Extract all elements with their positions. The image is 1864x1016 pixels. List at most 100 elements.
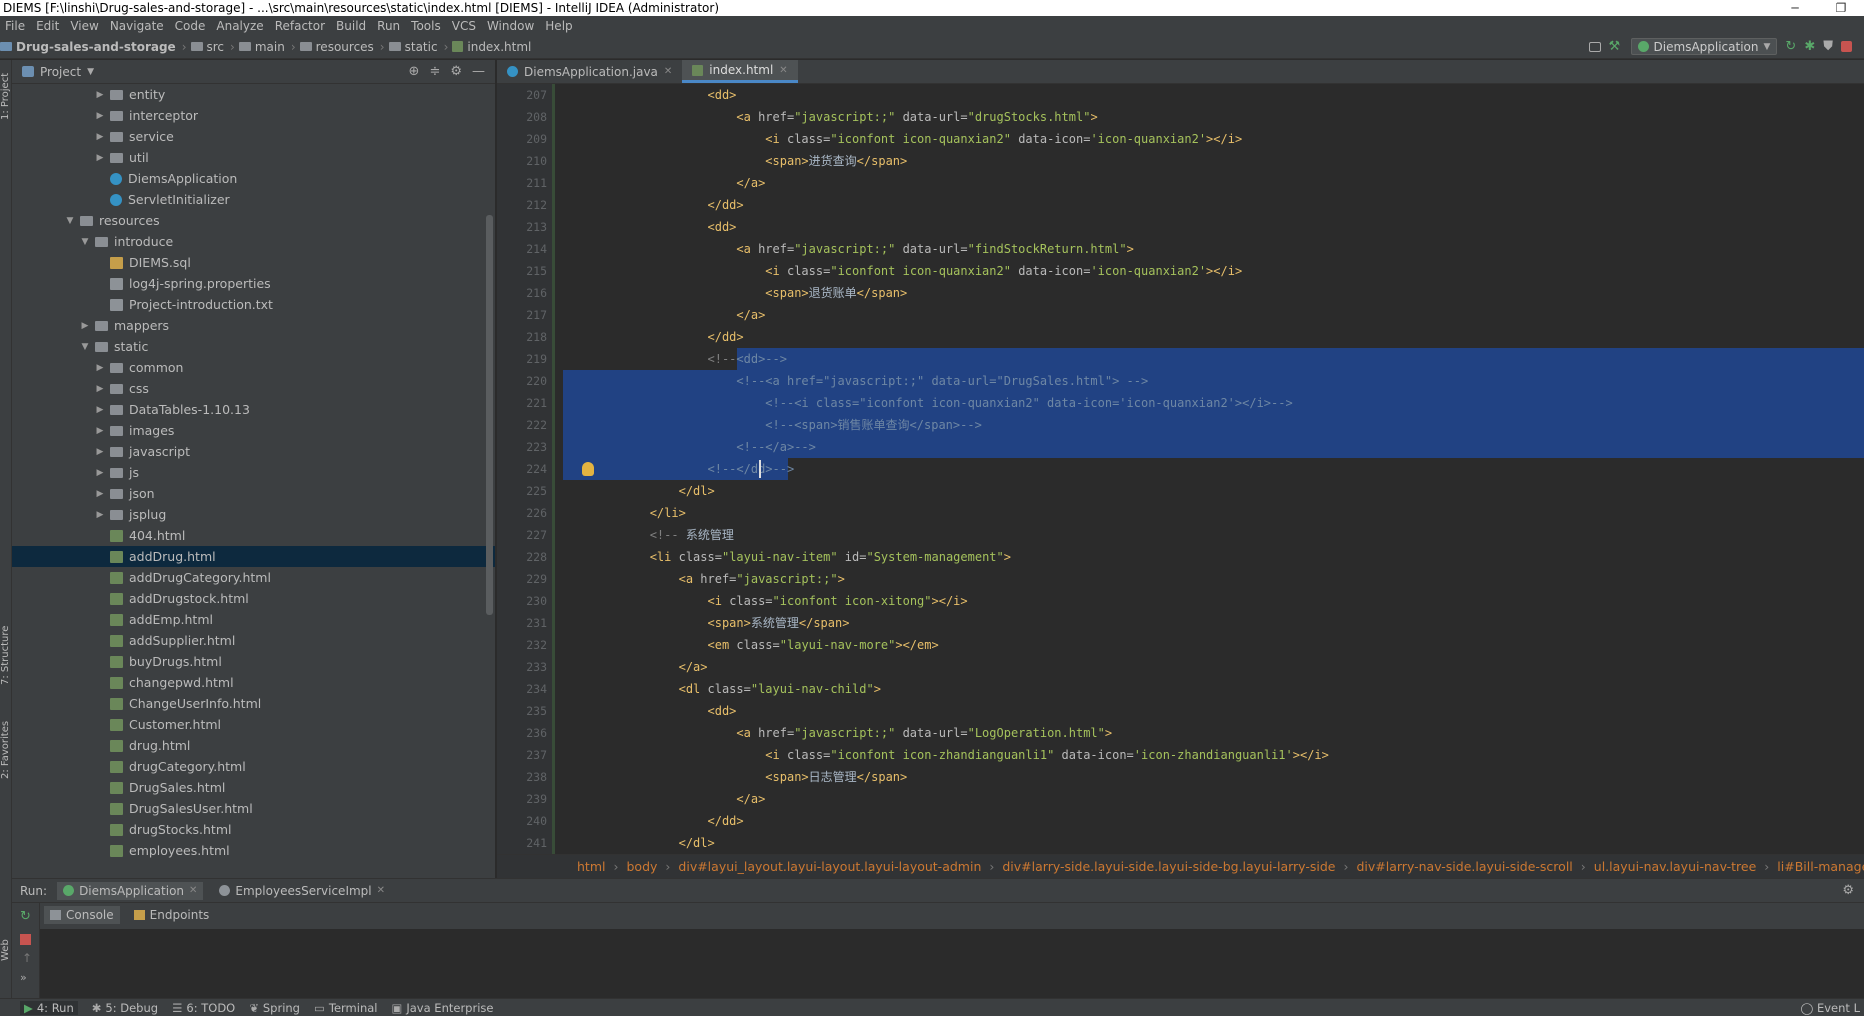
gear-icon[interactable]: ⚙: [1842, 883, 1854, 898]
intention-lightbulb-icon[interactable]: [582, 462, 594, 476]
status-tool-2[interactable]: ☰ 6: TODO: [172, 1001, 235, 1015]
tree-file[interactable]: addDrugstock.html: [12, 588, 495, 609]
tree-folder[interactable]: ▶ css: [12, 378, 495, 399]
menu-item-navigate[interactable]: Navigate: [105, 19, 170, 33]
breadcrumb-item[interactable]: div#larry-nav-side.layui-side-scroll: [1356, 859, 1572, 874]
tree-folder[interactable]: ▶ js: [12, 462, 495, 483]
tool-window-structure[interactable]: 7: Structure: [0, 620, 12, 690]
nav-crumb-2[interactable]: main: [255, 40, 285, 54]
breadcrumb-item[interactable]: ul.layui-nav.layui-nav-tree: [1594, 859, 1757, 874]
nav-crumb-1[interactable]: src: [207, 40, 225, 54]
status-tool-5[interactable]: ▣ Java Enterprise: [391, 1001, 493, 1015]
console-output[interactable]: [40, 929, 1864, 998]
tree-file[interactable]: drug.html: [12, 735, 495, 756]
tree-file[interactable]: addEmp.html: [12, 609, 495, 630]
status-tool-0[interactable]: ▶ 4: Run: [20, 1000, 78, 1015]
tree-folder[interactable]: ▼ static: [12, 336, 495, 357]
project-view-label[interactable]: Project: [40, 65, 81, 79]
subtab-console[interactable]: Console: [44, 906, 120, 924]
status-tool-1[interactable]: ✱ 5: Debug: [92, 1001, 158, 1015]
breadcrumb-item[interactable]: html: [577, 859, 605, 874]
code-view[interactable]: <dd> <a href="javascript:;" data-url="dr…: [555, 84, 1864, 854]
nav-crumb-3[interactable]: resources: [316, 40, 374, 54]
close-icon[interactable]: ✕: [377, 885, 385, 896]
hide-panel-icon[interactable]: —: [472, 64, 485, 79]
tree-file[interactable]: drugStocks.html: [12, 819, 495, 840]
tree-file[interactable]: 404.html: [12, 525, 495, 546]
rerun-icon[interactable]: ↻: [12, 903, 39, 924]
tree-folder[interactable]: ▶ mappers: [12, 315, 495, 336]
menu-item-refactor[interactable]: Refactor: [270, 19, 331, 33]
tree-file[interactable]: Project-introduction.txt: [12, 294, 495, 315]
status-tool-3[interactable]: ❦ Spring: [249, 1001, 300, 1015]
chevron-down-icon[interactable]: ▼: [79, 342, 91, 352]
tree-file[interactable]: addDrugCategory.html: [12, 567, 495, 588]
coverage-shield-icon[interactable]: ⛊: [1823, 39, 1833, 54]
tree-file[interactable]: ChangeUserInfo.html: [12, 693, 495, 714]
tree-folder[interactable]: ▶ jsplug: [12, 504, 495, 525]
chevron-right-icon[interactable]: ▶: [94, 468, 106, 478]
project-scrollbar[interactable]: [486, 215, 493, 615]
chevron-right-icon[interactable]: ▶: [94, 489, 106, 499]
chevron-right-icon[interactable]: ▶: [94, 132, 106, 142]
stop-icon[interactable]: [20, 934, 31, 945]
run-tab-employeesserviceimpl[interactable]: EmployeesServiceImpl ✕: [213, 882, 391, 900]
minimize-icon[interactable]: ─: [1772, 0, 1818, 16]
tree-folder[interactable]: ▶ images: [12, 420, 495, 441]
tree-file[interactable]: DIEMS.sql: [12, 252, 495, 273]
close-icon[interactable]: ✕: [779, 65, 787, 76]
tree-folder[interactable]: ▶ DataTables-1.10.13: [12, 399, 495, 420]
nav-crumb-4[interactable]: static: [405, 40, 438, 54]
chevron-right-icon[interactable]: ▶: [79, 321, 91, 331]
chevron-right-icon[interactable]: ▶: [94, 111, 106, 121]
tree-folder[interactable]: ▶ javascript: [12, 441, 495, 462]
run-tab-diemsapplication[interactable]: DiemsApplication ✕: [57, 881, 204, 900]
tool-window-project[interactable]: 1: Project: [0, 66, 12, 126]
event-log-button[interactable]: ◯ Event L: [1800, 999, 1860, 1016]
menu-item-window[interactable]: Window: [482, 19, 540, 33]
breadcrumb-item[interactable]: div#layui_layout.layui-layout.layui-layo…: [678, 859, 981, 874]
tree-file[interactable]: DiemsApplication: [12, 168, 495, 189]
run-configuration-select[interactable]: DiemsApplication ▼: [1630, 38, 1778, 55]
tab-diemsapplication-java[interactable]: DiemsApplication.java ✕: [497, 60, 682, 83]
tree-file[interactable]: ServletInitializer: [12, 189, 495, 210]
tool-window-web[interactable]: Web: [0, 930, 12, 970]
menu-item-view[interactable]: View: [65, 19, 104, 33]
tree-folder[interactable]: ▶ util: [12, 147, 495, 168]
build-hammer-icon[interactable]: ⚒: [1609, 39, 1623, 54]
chevron-right-icon[interactable]: ▶: [94, 384, 106, 394]
tree-file[interactable]: Customer.html: [12, 714, 495, 735]
breadcrumb-item[interactable]: li#Bill-management.layui-nav: [1777, 859, 1864, 874]
tool-window-favorites[interactable]: 2: Favorites: [0, 710, 12, 790]
tab-index-html[interactable]: index.html ✕: [682, 60, 798, 83]
tree-file[interactable]: addSupplier.html: [12, 630, 495, 651]
tree-file[interactable]: addDrug.html: [12, 546, 495, 567]
project-structure-icon[interactable]: [1588, 41, 1601, 52]
nav-crumb-0[interactable]: Drug-sales-and-storage: [16, 40, 176, 54]
tree-folder[interactable]: ▼ introduce: [12, 231, 495, 252]
tree-file[interactable]: drugCategory.html: [12, 756, 495, 777]
scroll-up-icon[interactable]: ↑: [12, 945, 39, 965]
more-icon[interactable]: »: [12, 965, 39, 984]
nav-crumb-5[interactable]: index.html: [467, 40, 531, 54]
chevron-right-icon[interactable]: ▶: [94, 510, 106, 520]
tree-folder[interactable]: ▶ json: [12, 483, 495, 504]
subtab-endpoints[interactable]: Endpoints: [128, 906, 216, 924]
locate-target-icon[interactable]: ⊕: [409, 64, 420, 79]
debug-bug-icon[interactable]: ✱: [1804, 39, 1815, 54]
chevron-down-icon[interactable]: ▼: [79, 237, 91, 247]
tree-folder[interactable]: ▶ entity: [12, 84, 495, 105]
chevron-right-icon[interactable]: ▶: [94, 447, 106, 457]
status-tool-4[interactable]: ▭ Terminal: [314, 1001, 377, 1015]
menu-item-help[interactable]: Help: [540, 19, 578, 33]
restore-icon[interactable]: ❐: [1818, 0, 1864, 16]
menu-item-code[interactable]: Code: [170, 19, 212, 33]
chevron-down-icon[interactable]: ▼: [87, 67, 94, 77]
stop-icon[interactable]: [1841, 41, 1852, 52]
tree-folder[interactable]: ▼ resources: [12, 210, 495, 231]
menu-item-file[interactable]: File: [0, 19, 31, 33]
chevron-down-icon[interactable]: ▼: [64, 216, 76, 226]
tree-file[interactable]: changepwd.html: [12, 672, 495, 693]
tree-file[interactable]: employees.html: [12, 840, 495, 861]
collapse-all-icon[interactable]: ≑: [429, 64, 440, 79]
